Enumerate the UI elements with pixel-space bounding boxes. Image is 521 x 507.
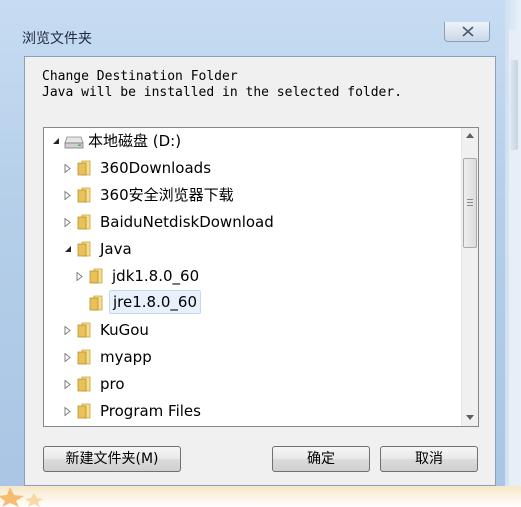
folder-icon (89, 268, 103, 284)
folder-icon (77, 187, 91, 203)
new-folder-button[interactable]: 新建文件夹(M) (43, 446, 181, 472)
folder-icon (77, 376, 91, 392)
expanded-arrow-icon (53, 138, 59, 144)
tree-item-label: 本地磁盘 (D:) (88, 132, 182, 150)
tree-scroll-thumb[interactable] (463, 158, 477, 248)
tree-item-jdk[interactable]: jdk1.8.0_60 (44, 264, 462, 288)
collapsed-arrow-icon (64, 164, 71, 173)
tree-item-pro[interactable]: pro (44, 372, 462, 396)
dialog-frame: 浏览文件夹 Change Destination Folder Java wil… (0, 0, 521, 507)
title-bar: 浏览文件夹 (8, 22, 499, 54)
window-title: 浏览文件夹 (22, 31, 92, 47)
tree-item-label: jdk1.8.0_60 (112, 267, 200, 285)
collapsed-arrow-icon (64, 407, 71, 416)
tree-item-label: 360Downloads (100, 159, 212, 177)
background-scrollbar (505, 0, 521, 507)
tree-item-myapp[interactable]: myapp (44, 345, 462, 369)
tree-item-root-drive[interactable]: 本地磁盘 (D:) (44, 129, 462, 153)
close-icon (462, 26, 474, 37)
folder-tree[interactable]: 本地磁盘 (D:) 360Downloads 360安全浏览器下载 BaiduN… (43, 127, 479, 427)
scroll-grip (467, 205, 473, 206)
collapsed-arrow-icon (64, 326, 71, 335)
tree-item-label: 360安全浏览器下载 (100, 186, 234, 204)
tree-item-label: Program Files (100, 402, 201, 420)
close-button[interactable] (444, 22, 490, 42)
background-scroll-thumb (510, 60, 518, 150)
tree-item-label: BaiduNetdiskDownload (100, 213, 274, 231)
tree-item-label: myapp (100, 348, 152, 366)
tree-item-label: Java (100, 240, 132, 258)
folder-icon (77, 241, 91, 257)
tree-item-baidunetdiskdownload[interactable]: BaiduNetdiskDownload (44, 210, 462, 234)
scroll-down-arrow-icon[interactable] (466, 415, 474, 420)
tree-item-360downloads[interactable]: 360Downloads (44, 156, 462, 180)
decorative-star-icon (0, 487, 43, 507)
folder-icon (77, 403, 91, 419)
scroll-grip (467, 202, 473, 203)
expanded-arrow-icon (65, 246, 71, 252)
tree-item-label: jre1.8.0_60 (109, 290, 201, 314)
tree-item-label: pro (100, 375, 125, 393)
folder-icon (77, 214, 91, 230)
tree-item-kugou[interactable]: KuGou (44, 318, 462, 342)
description-line-1: Change Destination Folder (42, 69, 238, 84)
ok-button[interactable]: 确定 (272, 446, 370, 472)
folder-icon (77, 322, 91, 338)
folder-icon (77, 160, 91, 176)
drive-icon (64, 136, 84, 149)
scroll-up-arrow-icon[interactable] (466, 133, 474, 138)
description-text: Change Destination Folder Java will be i… (42, 69, 402, 101)
folder-icon (77, 349, 91, 365)
tree-item-jre[interactable]: jre1.8.0_60 (44, 290, 462, 315)
collapsed-arrow-icon (76, 272, 83, 281)
tree-item-360browser-download[interactable]: 360安全浏览器下载 (44, 183, 462, 207)
cancel-button[interactable]: 取消 (380, 446, 478, 472)
description-line-2: Java will be installed in the selected f… (42, 85, 403, 100)
collapsed-arrow-icon (64, 218, 71, 227)
tree-item-label: KuGou (100, 321, 149, 339)
tree-scrollbar[interactable] (461, 128, 478, 426)
scroll-grip (467, 199, 473, 200)
tree-item-java[interactable]: Java (44, 237, 462, 261)
dialog-client-area: Change Destination Folder Java will be i… (24, 56, 496, 486)
folder-icon (89, 295, 103, 311)
collapsed-arrow-icon (64, 191, 71, 200)
background-strip (0, 486, 521, 507)
collapsed-arrow-icon (64, 380, 71, 389)
tree-item-program-files[interactable]: Program Files (44, 399, 462, 423)
collapsed-arrow-icon (64, 353, 71, 362)
